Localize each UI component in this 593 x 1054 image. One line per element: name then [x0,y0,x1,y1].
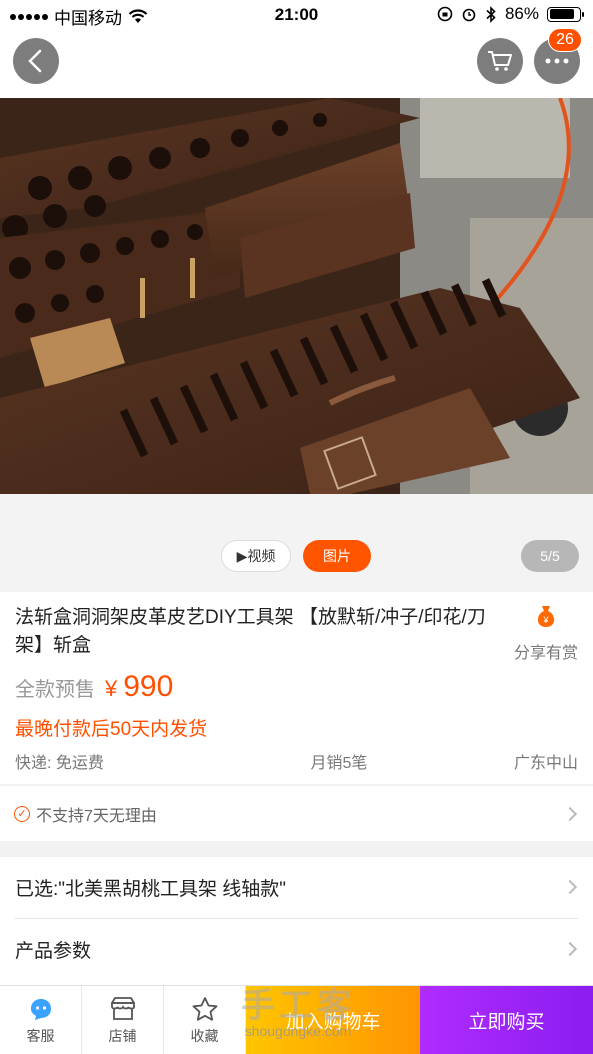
product-photo[interactable] [0,98,593,494]
back-button[interactable] [13,38,59,84]
product-info: 法斩盒洞洞架皮革皮艺DIY工具架 【放默斩/冲子/印花/刀架】斩盒 ¥ 分享有赏… [0,592,593,784]
options-card: 已选:"北美黑胡桃工具架 线轴款" 产品参数 [0,857,593,985]
top-nav: 26 [0,28,593,98]
price-row: 全款预售 ¥ 990 [15,670,173,704]
cart-count-badge: 26 [548,28,582,52]
rotation-lock-icon [437,6,453,22]
store-label: 店铺 [108,1027,137,1044]
favorite-button[interactable]: 收藏 [164,986,246,1054]
product-page: 中国移动 21:00 86% 26 ▶视频 图片 5/5 法斩盒洞洞架皮革皮艺D… [0,0,593,1054]
product-params-text: 产品参数 [15,940,92,962]
cart-button[interactable] [477,38,523,84]
product-image [0,98,593,494]
photo-tab[interactable]: 图片 [303,540,371,572]
monthly-sales: 月销5笔 [310,755,368,772]
alarm-icon [462,8,476,22]
cart-icon [488,51,512,71]
service-row[interactable]: ✓ 不支持7天无理由 [0,786,593,841]
buy-now-button[interactable]: 立即购买 [420,986,593,1054]
customer-service-button[interactable]: 客服 [0,986,82,1054]
back-icon [28,49,42,73]
battery-icon [547,6,584,22]
store-button[interactable]: 店铺 [82,986,164,1054]
product-title: 法斩盒洞洞架皮革皮艺DIY工具架 【放默斩/冲子/印花/刀架】斩盒 [15,607,486,656]
selected-variant-row[interactable]: 已选:"北美黑胡桃工具架 线轴款" [0,857,593,917]
customer-service-icon [30,998,51,1020]
more-icon [545,58,569,64]
star-icon [192,996,217,1021]
battery-percent: 86% [504,4,539,23]
status-right: 86% [437,4,584,24]
gallery-bar: ▶视频 图片 5/5 [0,494,593,592]
share-button[interactable]: ¥ 分享有赏 [511,602,581,663]
image-counter: 5/5 [521,540,579,572]
selected-variant-text: 已选:"北美黑胡桃工具架 线轴款" [15,878,287,900]
favorite-label: 收藏 [190,1027,219,1044]
chevron-right-icon [562,879,578,895]
ship-location: 广东中山 [513,755,578,772]
bluetooth-icon [486,5,496,23]
money-bag-icon: ¥ [537,606,555,627]
share-label: 分享有赏 [513,645,578,662]
product-params-row[interactable]: 产品参数 [0,919,593,979]
check-icon: ✓ [14,805,30,822]
service-text: 不支持7天无理由 [36,807,157,825]
svg-text:¥: ¥ [542,615,549,625]
battery-fill [549,9,575,19]
add-to-cart-button[interactable]: 加入购物车 [246,986,420,1054]
price-value: 990 [123,670,174,703]
store-icon [110,996,135,1020]
shipping-fee: 快递: 免运费 [15,755,104,772]
chevron-right-icon [562,806,578,821]
video-tab[interactable]: ▶视频 [221,540,291,572]
presale-label: 全款预售 [15,679,95,701]
bottom-action-bar: 客服 店铺 收藏 加入购物车 立即购买 [0,985,593,1054]
currency-symbol: ¥ [105,676,118,701]
meta-row: 快递: 免运费 月销5笔 广东中山 [15,749,578,773]
shipping-note: 最晚付款后50天内发货 [15,719,208,740]
customer-service-label: 客服 [26,1027,55,1044]
status-bar: 中国移动 21:00 86% [0,0,593,30]
chevron-right-icon [562,941,578,957]
